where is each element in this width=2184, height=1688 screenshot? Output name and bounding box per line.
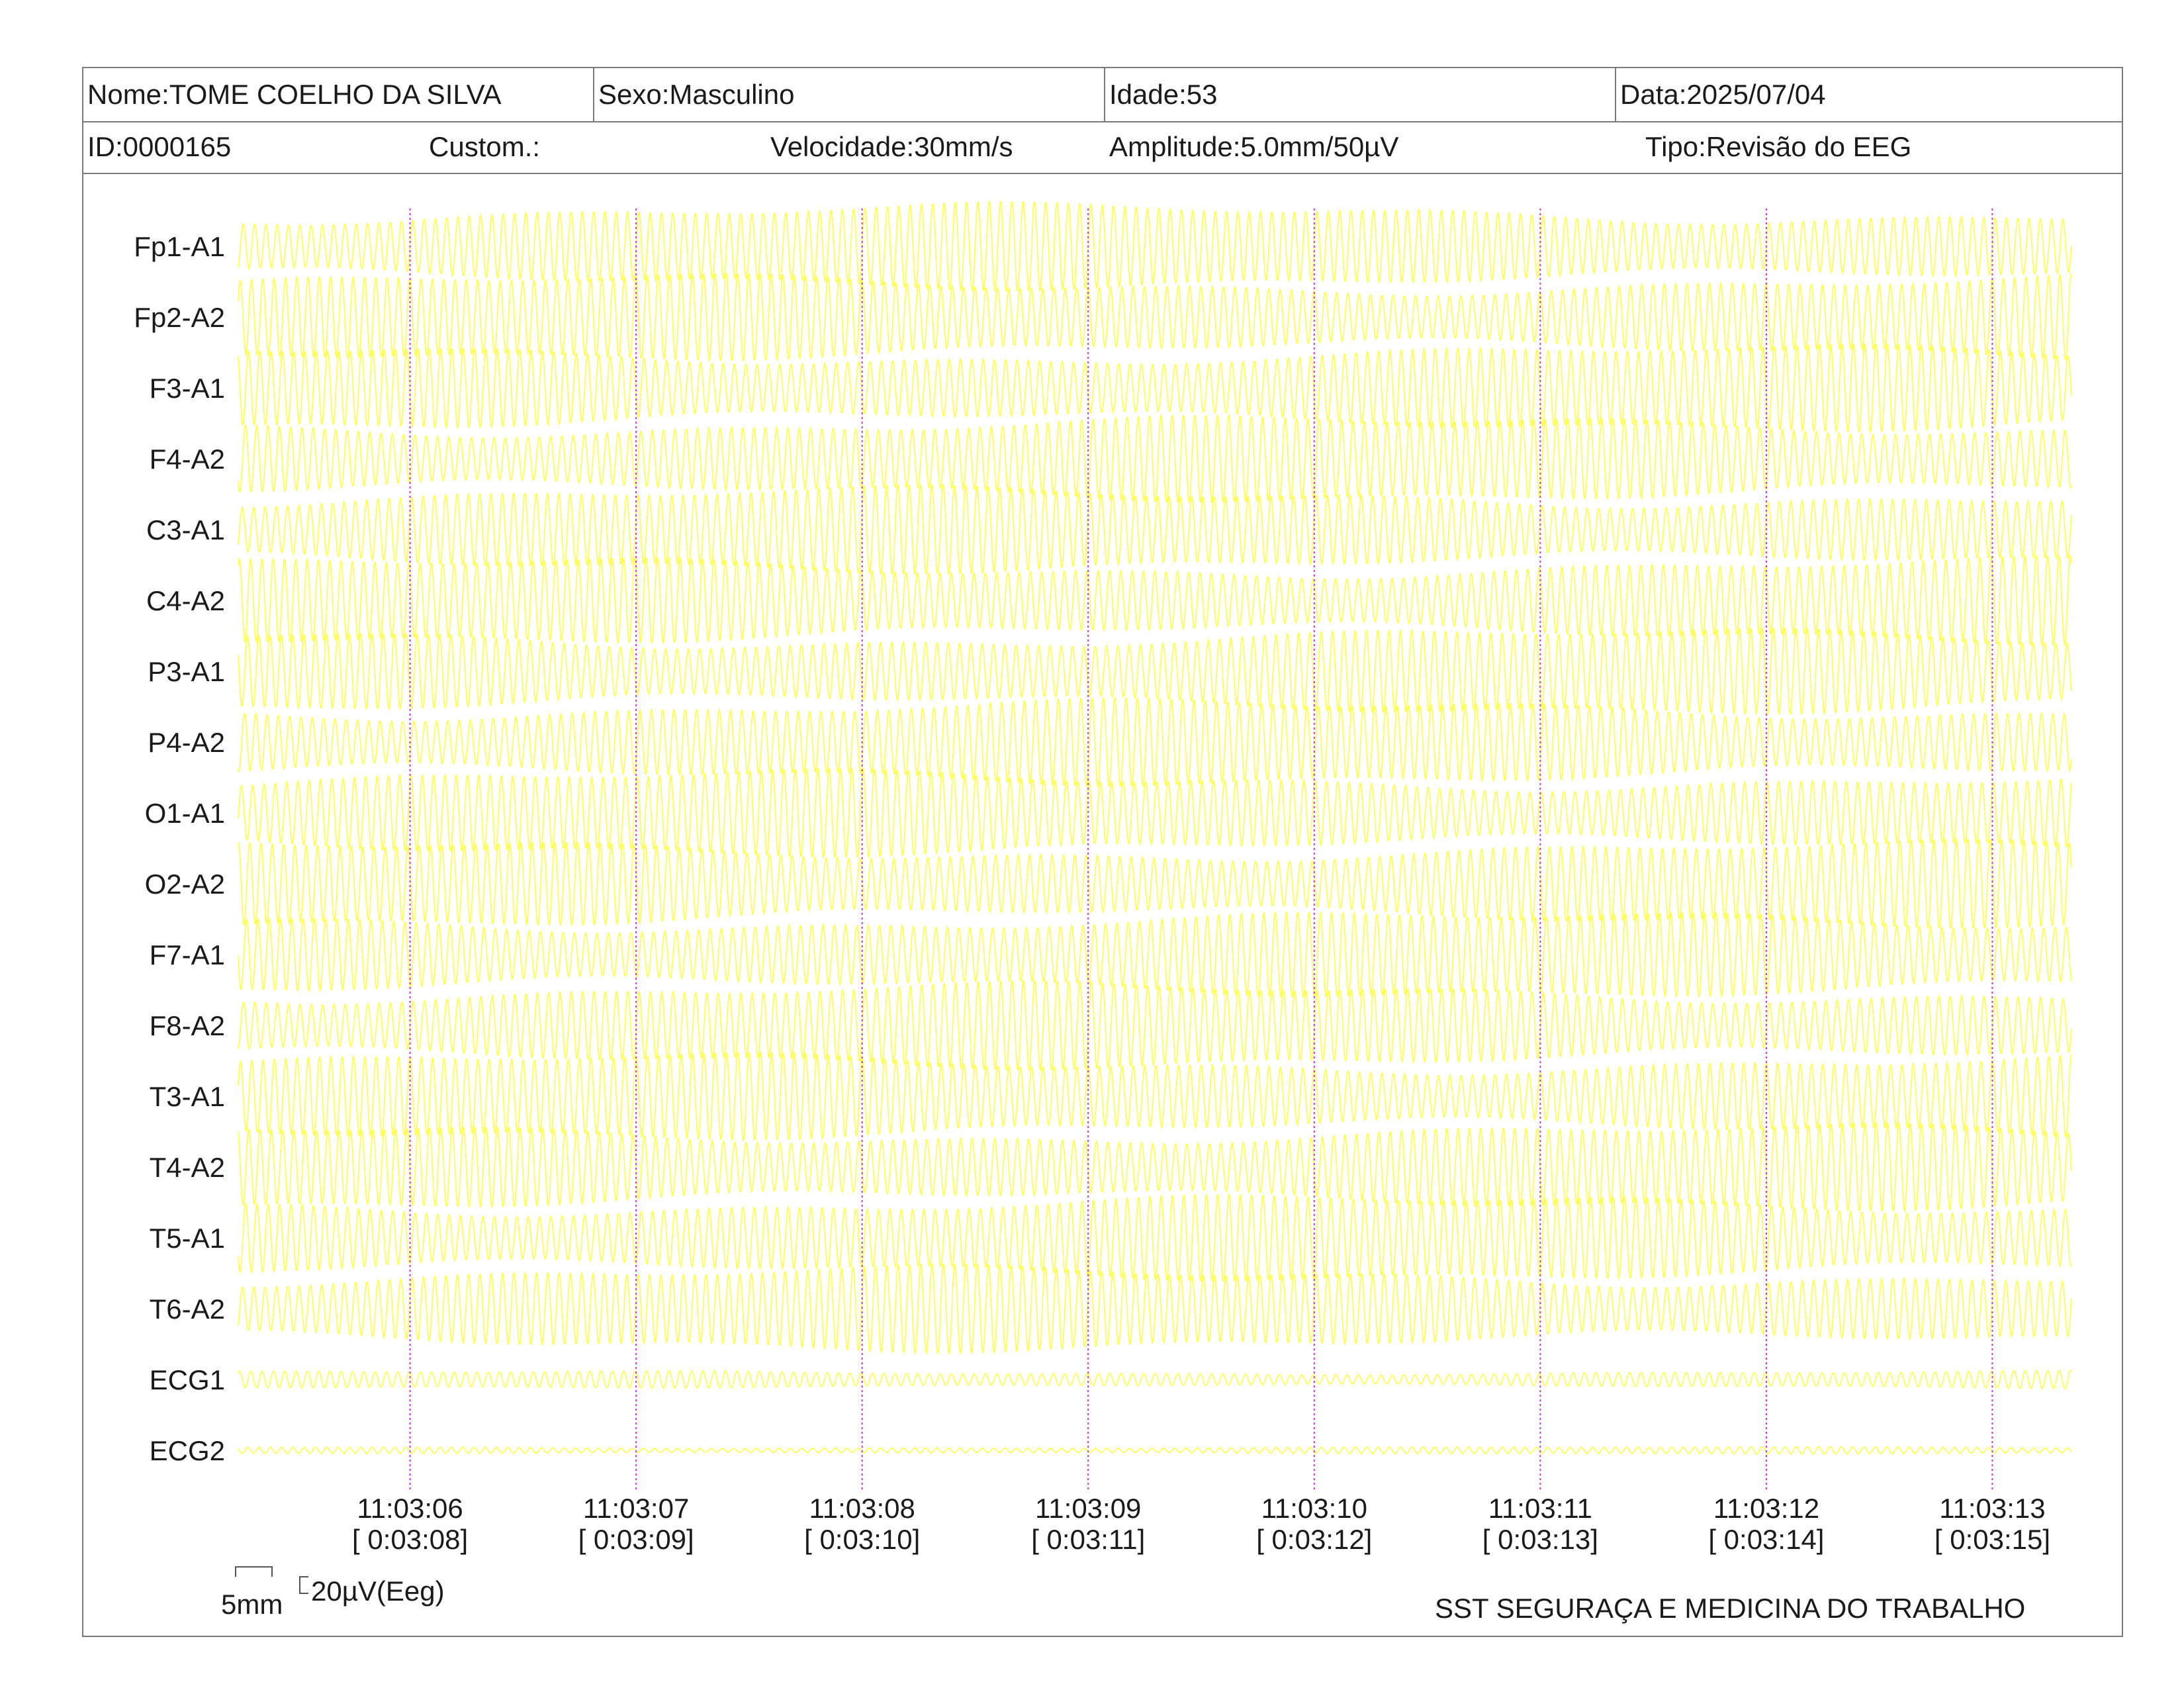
- elapsed-tick-label: [ 0:03:14]: [1708, 1524, 1824, 1555]
- channel-label: Fp1-A1: [134, 231, 225, 262]
- trace-p3-a1: [238, 626, 2072, 716]
- trace-f3-a1: [238, 342, 2072, 434]
- channel-label: ECG2: [150, 1435, 225, 1466]
- time-tick-label: 11:03:09: [1035, 1493, 1141, 1524]
- channel-label: O1-A1: [145, 798, 225, 829]
- time-tick-label: 11:03:10: [1261, 1493, 1367, 1524]
- channel-label: F4-A2: [150, 444, 225, 475]
- channel-label: C4-A2: [146, 585, 225, 616]
- trace-f7-a1: [238, 911, 2072, 999]
- eeg-trace-chart: Fp1-A1 Fp2-A2 F3-A1 F4-A2 C3-A1 C4-A2 P3-A1 P4-…: [134, 199, 2072, 1594]
- channel-label: C3-A1: [146, 514, 225, 545]
- channel-label: O2-A2: [145, 868, 225, 900]
- amplitude-scale-bracket: [299, 1576, 308, 1594]
- trace-p4-a2: [238, 696, 2072, 788]
- time-tick-label: 11:03:13: [1939, 1493, 2045, 1524]
- channel-label: T5-A1: [150, 1223, 225, 1254]
- time-tick-label: 11:03:08: [809, 1493, 915, 1524]
- trace-o2-a2: [238, 837, 2072, 930]
- time-tick-label: 11:03:06: [357, 1493, 463, 1524]
- channel-label: T4-A2: [150, 1152, 225, 1183]
- trace-ecg1: [238, 1370, 2072, 1389]
- channel-label: P3-A1: [148, 656, 225, 687]
- time-scale-bracket: [235, 1566, 273, 1577]
- institution-name: SST SEGURAÇA E MEDICINA DO TRABALHO: [1435, 1593, 2026, 1624]
- time-tick-label: 11:03:11: [1488, 1493, 1592, 1524]
- elapsed-tick-label: [ 0:03:08]: [352, 1524, 468, 1555]
- elapsed-tick-label: [ 0:03:09]: [578, 1524, 694, 1555]
- trace-f4-a2: [238, 413, 2072, 504]
- channel-label: T3-A1: [150, 1081, 225, 1112]
- elapsed-tick-label: [ 0:03:13]: [1482, 1524, 1598, 1555]
- channel-label: F3-A1: [150, 373, 225, 404]
- channel-label: ECG1: [150, 1364, 225, 1395]
- amplitude-scale-label: 20µV(Eeg): [311, 1575, 445, 1607]
- channel-label: Fp2-A2: [134, 302, 225, 333]
- time-scale-label: 5mm: [221, 1589, 283, 1620]
- channel-label: P4-A2: [148, 727, 225, 758]
- channel-label: T6-A2: [150, 1293, 225, 1325]
- trace-fp1-a1: [238, 199, 2072, 293]
- trace-t5-a1: [238, 1193, 2072, 1283]
- elapsed-tick-label: [ 0:03:12]: [1256, 1524, 1372, 1555]
- trace-t4-a2: [238, 1121, 2072, 1213]
- elapsed-tick-label: [ 0:03:10]: [804, 1524, 920, 1555]
- eeg-traces: [238, 199, 2072, 1455]
- channel-label: F8-A2: [150, 1010, 225, 1041]
- trace-ecg2: [238, 1446, 2072, 1455]
- channel-label: F7-A1: [150, 939, 225, 970]
- time-tick-label: 11:03:07: [583, 1493, 689, 1524]
- trace-f8-a2: [238, 978, 2072, 1072]
- time-tick-label: 11:03:12: [1713, 1493, 1819, 1524]
- elapsed-tick-label: [ 0:03:11]: [1031, 1524, 1145, 1555]
- elapsed-tick-label: [ 0:03:15]: [1934, 1524, 2050, 1555]
